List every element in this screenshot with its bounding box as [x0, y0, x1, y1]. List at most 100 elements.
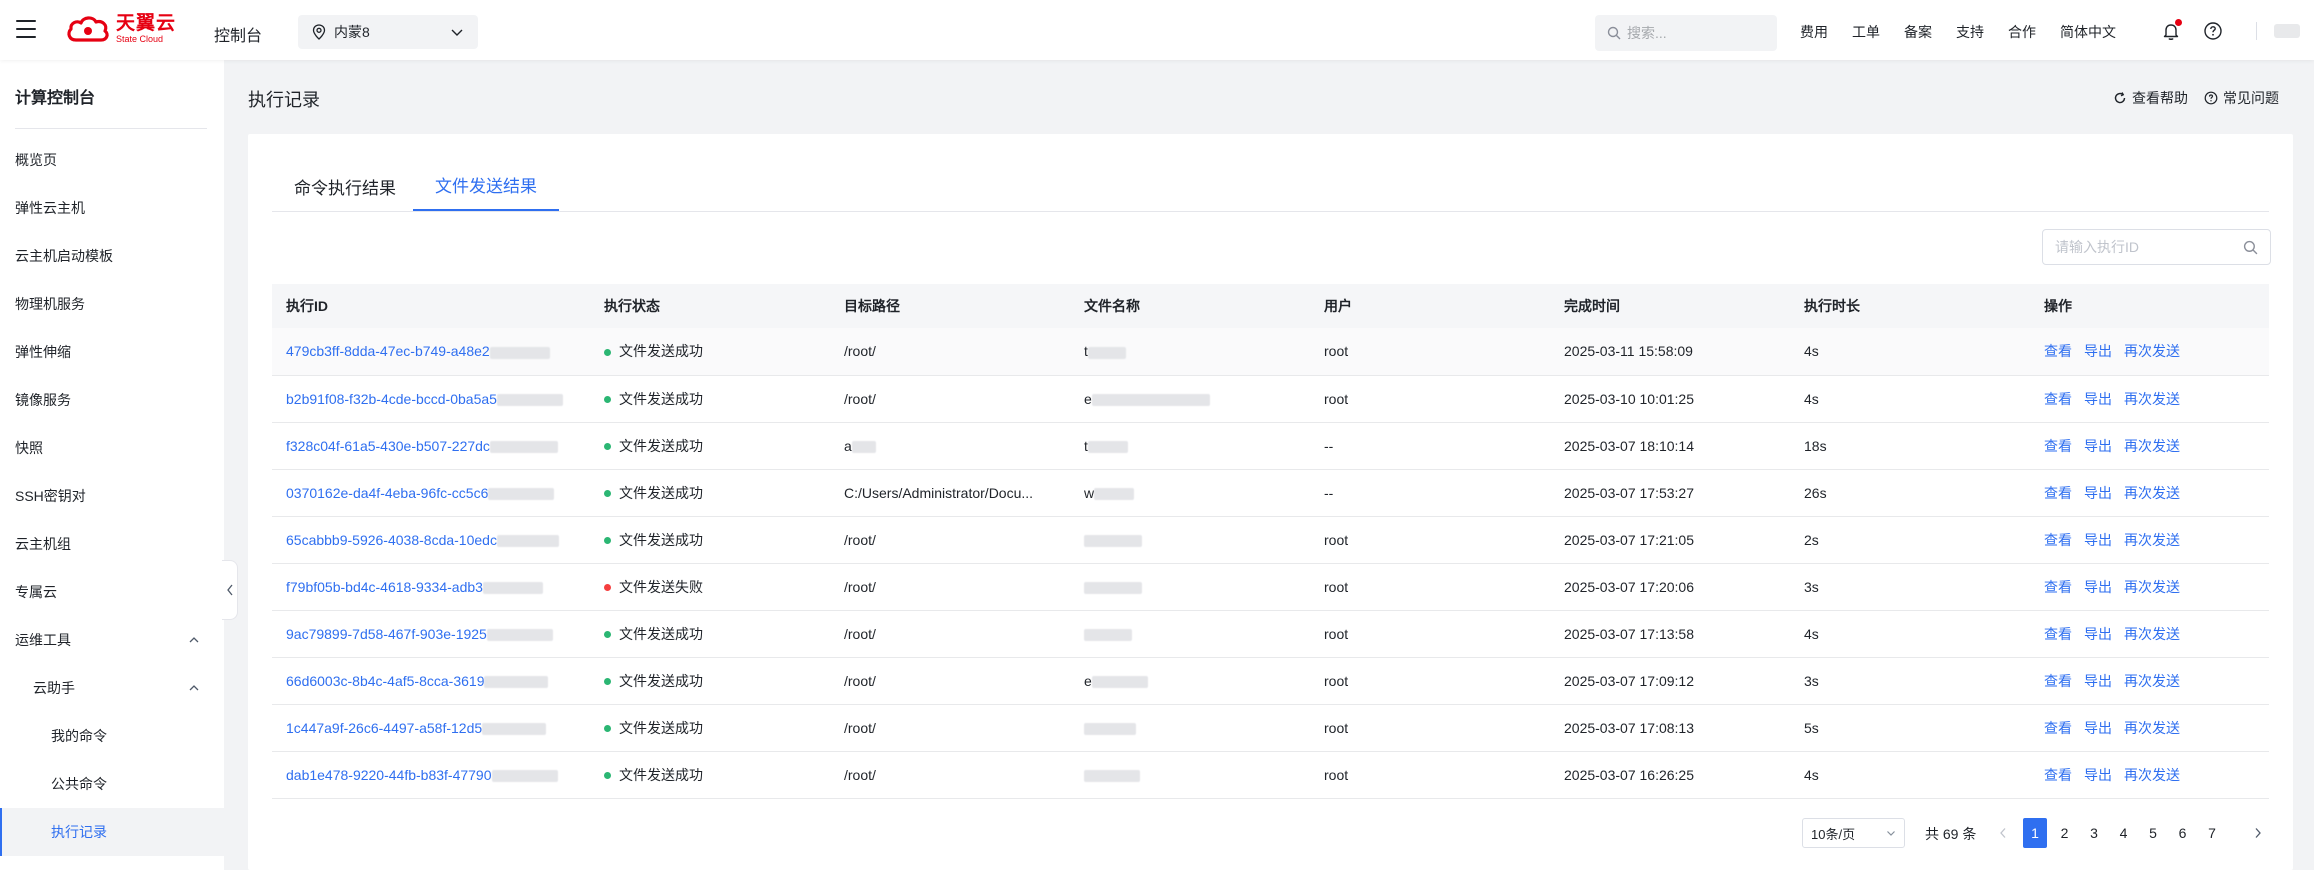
- search-icon: [1607, 26, 1621, 40]
- link-icp[interactable]: 备案: [1904, 22, 1932, 42]
- link-tickets[interactable]: 工单: [1852, 22, 1880, 42]
- view-button[interactable]: 查看: [2044, 485, 2072, 501]
- resend-button[interactable]: 再次发送: [2124, 626, 2180, 642]
- file-name-text: w: [1084, 484, 1095, 501]
- tab-command-results[interactable]: 命令执行结果: [294, 174, 396, 212]
- prev-page-button[interactable]: [1991, 818, 2015, 848]
- global-search[interactable]: [1595, 15, 1777, 51]
- next-page-button[interactable]: [2246, 818, 2270, 848]
- export-button[interactable]: 导出: [2084, 673, 2112, 689]
- global-search-input[interactable]: [1627, 25, 1757, 41]
- execution-id-link[interactable]: f328c04f-61a5-430e-b507-227dc: [286, 438, 490, 454]
- execution-id-search[interactable]: [2042, 229, 2271, 265]
- view-button[interactable]: 查看: [2044, 391, 2072, 407]
- redacted-blur: [1084, 722, 1136, 735]
- sidebar-collapse-toggle[interactable]: [222, 560, 238, 620]
- execution-id-link[interactable]: b2b91f08-f32b-4cde-bccd-0ba5a5: [286, 391, 497, 407]
- logo[interactable]: 天翼云 State Cloud: [66, 14, 176, 44]
- resend-button[interactable]: 再次发送: [2124, 720, 2180, 736]
- view-button[interactable]: 查看: [2044, 673, 2072, 689]
- bell-icon[interactable]: [2161, 19, 2182, 41]
- sidebar-item-overview[interactable]: 概览页: [0, 136, 224, 184]
- sidebar-item-my-commands[interactable]: 我的命令: [0, 712, 224, 760]
- page-button[interactable]: 5: [2141, 818, 2165, 848]
- cell-finish-time: 2025-03-07 17:53:27: [1550, 469, 1790, 517]
- sidebar-item-ops-tools[interactable]: 运维工具: [0, 616, 224, 664]
- view-button[interactable]: 查看: [2044, 438, 2072, 454]
- tab-file-send-results[interactable]: 文件发送结果: [413, 172, 559, 211]
- page-button[interactable]: 6: [2171, 818, 2195, 848]
- export-button[interactable]: 导出: [2084, 767, 2112, 783]
- resend-button[interactable]: 再次发送: [2124, 438, 2180, 454]
- resend-button[interactable]: 再次发送: [2124, 767, 2180, 783]
- execution-id-link[interactable]: 0370162e-da4f-4eba-96fc-cc5c6: [286, 485, 488, 501]
- export-button[interactable]: 导出: [2084, 438, 2112, 454]
- console-title[interactable]: 控制台: [214, 22, 262, 46]
- execution-id-input[interactable]: [2055, 239, 2243, 255]
- link-support[interactable]: 支持: [1956, 22, 1984, 42]
- sidebar-item-images[interactable]: 镜像服务: [0, 376, 224, 424]
- execution-id-link[interactable]: 479cb3ff-8dda-47ec-b749-a48e2: [286, 343, 490, 359]
- sidebar-item-launch-template[interactable]: 云主机启动模板: [0, 232, 224, 280]
- resend-button[interactable]: 再次发送: [2124, 485, 2180, 501]
- sidebar-item-execution-records[interactable]: 执行记录: [0, 808, 224, 856]
- menu-icon[interactable]: [16, 20, 36, 38]
- sidebar-item-bare-metal[interactable]: 物理机服务: [0, 280, 224, 328]
- view-button[interactable]: 查看: [2044, 720, 2072, 736]
- execution-id-link[interactable]: f79bf05b-bd4c-4618-9334-adb3: [286, 579, 483, 595]
- sidebar-item-ssh-keys[interactable]: SSH密钥对: [0, 472, 224, 520]
- faq-link[interactable]: 常见问题: [2204, 88, 2279, 108]
- search-icon[interactable]: [2243, 240, 2258, 255]
- export-button[interactable]: 导出: [2084, 626, 2112, 642]
- view-button[interactable]: 查看: [2044, 343, 2072, 359]
- page-button[interactable]: 7: [2200, 818, 2224, 848]
- link-partner[interactable]: 合作: [2008, 22, 2036, 42]
- export-button[interactable]: 导出: [2084, 343, 2112, 359]
- export-button[interactable]: 导出: [2084, 579, 2112, 595]
- sidebar-item-dedicated-cloud[interactable]: 专属云: [0, 568, 224, 616]
- divider: [15, 128, 207, 129]
- sidebar-item-server-groups[interactable]: 云主机组: [0, 520, 224, 568]
- resend-button[interactable]: 再次发送: [2124, 579, 2180, 595]
- help-link[interactable]: 查看帮助: [2113, 88, 2188, 108]
- page-button[interactable]: 3: [2082, 818, 2106, 848]
- language-switch[interactable]: 简体中文: [2060, 22, 2116, 42]
- resend-button[interactable]: 再次发送: [2124, 673, 2180, 689]
- export-button[interactable]: 导出: [2084, 720, 2112, 736]
- page-button[interactable]: 1: [2023, 818, 2047, 848]
- execution-id-link[interactable]: 66d6003c-8b4c-4af5-8cca-3619: [286, 673, 484, 689]
- redacted-blur: [488, 487, 555, 500]
- resend-button[interactable]: 再次发送: [2124, 532, 2180, 548]
- export-button[interactable]: 导出: [2084, 485, 2112, 501]
- view-button[interactable]: 查看: [2044, 579, 2072, 595]
- sidebar-item-autoscaling[interactable]: 弹性伸缩: [0, 328, 224, 376]
- table-row: 66d6003c-8b4c-4af5-8cca-3619 文件发送成功/root/…: [272, 657, 2269, 705]
- view-button[interactable]: 查看: [2044, 532, 2072, 548]
- cell-finish-time: 2025-03-10 10:01:25: [1550, 375, 1790, 423]
- execution-id-link[interactable]: 9ac79899-7d58-467f-903e-1925: [286, 626, 487, 642]
- execution-id-link[interactable]: 65cabbb9-5926-4038-8cda-10edc: [286, 532, 497, 548]
- page-button[interactable]: 4: [2112, 818, 2136, 848]
- export-button[interactable]: 导出: [2084, 391, 2112, 407]
- cell-status: 文件发送成功: [590, 751, 830, 799]
- resend-button[interactable]: 再次发送: [2124, 343, 2180, 359]
- target-path-text: /root/: [844, 625, 876, 642]
- sidebar-item-snapshots[interactable]: 快照: [0, 424, 224, 472]
- sidebar-item-public-commands[interactable]: 公共命令: [0, 760, 224, 808]
- help-circle-icon[interactable]: [2203, 21, 2223, 41]
- execution-id-link[interactable]: 1c447a9f-26c6-4497-a58f-12d5: [286, 720, 482, 736]
- resend-button[interactable]: 再次发送: [2124, 391, 2180, 407]
- sidebar-item-ecs[interactable]: 弹性云主机: [0, 184, 224, 232]
- page-size-select[interactable]: 10条/页: [1802, 818, 1905, 848]
- page-button[interactable]: 2: [2053, 818, 2077, 848]
- view-button[interactable]: 查看: [2044, 767, 2072, 783]
- execution-id-link[interactable]: dab1e478-9220-44fb-b83f-47790: [286, 767, 492, 783]
- redacted-blur: [496, 393, 563, 406]
- target-path-text: /root/: [844, 672, 876, 689]
- export-button[interactable]: 导出: [2084, 532, 2112, 548]
- link-fees[interactable]: 费用: [1800, 22, 1828, 42]
- sidebar-item-cloud-assistant[interactable]: 云助手: [0, 664, 224, 712]
- region-selector[interactable]: 内蒙8: [298, 15, 478, 49]
- user-avatar[interactable]: [2274, 24, 2300, 38]
- view-button[interactable]: 查看: [2044, 626, 2072, 642]
